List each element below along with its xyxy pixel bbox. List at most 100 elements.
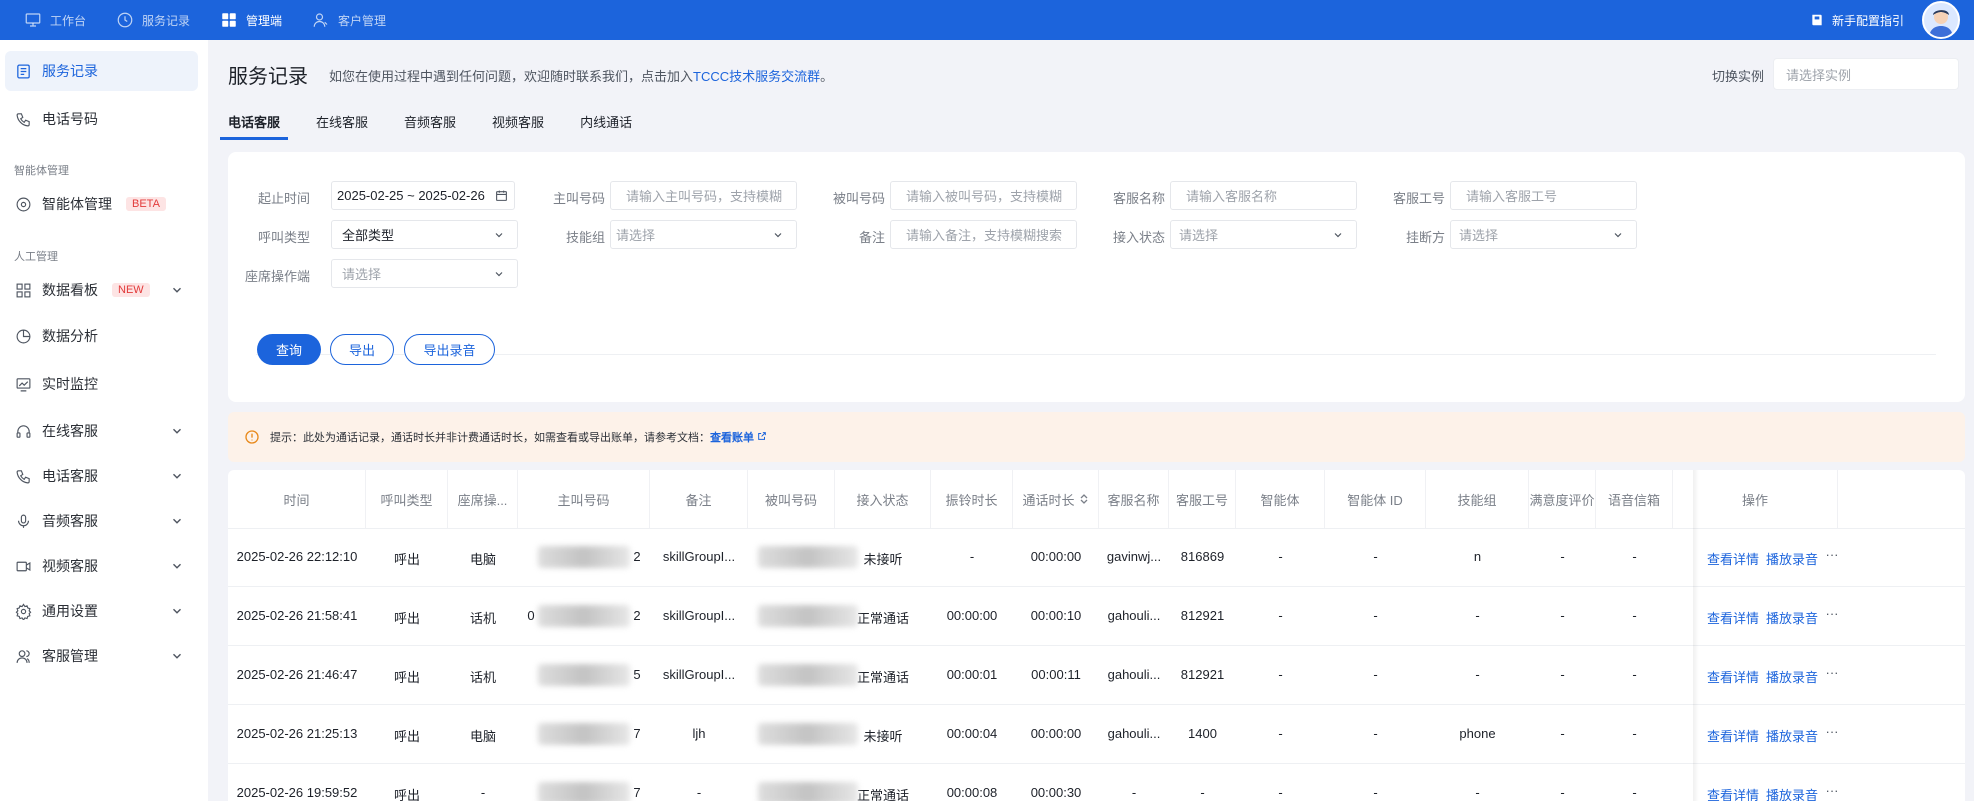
play-recording-link[interactable]: 播放录音: [1764, 785, 1820, 801]
topnav-label: 服务记录: [142, 13, 191, 28]
sidebar-item-agent-mgmt[interactable]: 智能体管理 BETA: [5, 184, 198, 224]
agent-name-input[interactable]: 请输入客服名称: [1170, 181, 1357, 210]
more-actions-button[interactable]: ···: [1822, 606, 1842, 621]
export-audio-button[interactable]: 导出录音: [404, 334, 495, 365]
sidebar-item-data-analysis[interactable]: 数据分析: [5, 316, 198, 356]
cell-ring: 00:00:00: [946, 608, 998, 623]
top-nav: 工作台 服务记录 管理端 客户管理: [24, 0, 416, 40]
more-actions-button[interactable]: ···: [1822, 783, 1842, 798]
cell-agent: gahouli...: [1107, 726, 1161, 741]
guide-label: 新手配置指引: [1831, 13, 1904, 28]
date-range-picker[interactable]: 2025-02-25 ~ 2025-02-26: [331, 181, 515, 210]
play-recording-link[interactable]: 播放录音: [1764, 726, 1820, 745]
sidebar-item-video-service[interactable]: 视频客服: [5, 546, 198, 586]
cell-type: 呼出: [393, 670, 420, 685]
cell-ai: -: [1278, 608, 1283, 623]
sidebar-item-dashboard[interactable]: 数据看板 NEW: [5, 270, 198, 310]
call-type-value: 全部类型: [342, 228, 395, 243]
tab-phone-service[interactable]: 电话客服: [219, 112, 289, 140]
view-detail-link[interactable]: 查看详情: [1705, 785, 1761, 801]
seat-select[interactable]: 请选择: [331, 259, 518, 288]
view-bill-link[interactable]: 查看账单: [710, 432, 754, 444]
status-select[interactable]: 请选择: [1170, 220, 1357, 249]
more-actions-button[interactable]: ···: [1822, 665, 1842, 680]
guide-link[interactable]: 新手配置指引: [1810, 12, 1904, 29]
agent-id-input[interactable]: 请输入客服工号: [1450, 181, 1637, 210]
sidebar-item-label: 实时监控: [42, 376, 98, 392]
sidebar-item-label: 通用设置: [42, 603, 98, 619]
sidebar-item-phone-service[interactable]: 电话客服: [5, 456, 198, 496]
caller-number-tail: 2: [633, 608, 641, 623]
play-recording-link[interactable]: 播放录音: [1764, 608, 1820, 627]
sidebar-item-online-service[interactable]: 在线客服: [5, 411, 198, 451]
cell-time: 2025-02-26 22:12:10: [236, 549, 358, 564]
headset-icon: [16, 424, 31, 438]
external-link-icon: [758, 432, 766, 440]
cell-duration: 00:00:11: [1031, 667, 1081, 682]
more-actions-button[interactable]: ···: [1822, 547, 1842, 562]
play-recording-link[interactable]: 播放录音: [1764, 549, 1820, 568]
hangup-select[interactable]: 请选择: [1450, 220, 1637, 249]
cell-voicemail: -: [1632, 726, 1637, 741]
column-header: 技能组: [1426, 470, 1529, 528]
cell-ring: 00:00:04: [946, 726, 998, 741]
cell-agent-id: 812921: [1180, 608, 1225, 623]
export-button[interactable]: 导出: [330, 334, 394, 365]
sidebar-item-audio-service[interactable]: 音频客服: [5, 501, 198, 541]
caller-input[interactable]: 请输入主叫号码，支持模糊: [610, 181, 797, 210]
tccc-group-link[interactable]: TCCC技术服务交流群: [693, 69, 820, 84]
row-divider: [228, 704, 1965, 705]
cell-voicemail: -: [1632, 785, 1637, 800]
callee-input[interactable]: 请输入被叫号码，支持模糊: [890, 181, 1077, 210]
notice-banner: 提示：此处为通话记录，通话时长并非计费通话时长，如需查看或导出账单，请参考文档：…: [228, 412, 1965, 462]
topnav-workbench[interactable]: 工作台: [24, 0, 86, 40]
tab-online-service[interactable]: 在线客服: [316, 112, 368, 139]
column-header: 被叫号码: [748, 470, 835, 528]
avatar-icon: [1929, 10, 1953, 37]
chevron-down-icon: [1334, 233, 1342, 238]
row-divider: [228, 586, 1965, 587]
cell-ring: 00:00:01: [946, 667, 998, 682]
main-content: 服务记录 如您在使用过程中遇到任何问题，欢迎随时联系我们，点击加入TCCC技术服…: [208, 40, 1974, 801]
records-table: 时间 呼叫类型 座席操... 主叫号码 备注 被叫号码 接入状态 振铃时长 通话时长 客服名称 客服…: [228, 470, 1965, 801]
sidebar-item-general-settings[interactable]: 通用设置: [5, 591, 198, 631]
row-divider: [228, 763, 1965, 764]
avatar[interactable]: [1922, 1, 1960, 39]
sidebar-item-realtime-monitor[interactable]: 实时监控: [5, 364, 198, 404]
view-detail-link[interactable]: 查看详情: [1705, 726, 1761, 745]
sidebar-item-agent-management[interactable]: 客服管理: [5, 636, 198, 676]
sort-icon: [1080, 494, 1087, 504]
topnav-label: 工作台: [50, 13, 87, 28]
view-detail-link[interactable]: 查看详情: [1705, 667, 1761, 686]
skill-group-select[interactable]: 请选择: [610, 220, 797, 249]
sidebar-item-phone-numbers[interactable]: 电话号码: [5, 99, 198, 139]
cell-agent: -: [1131, 785, 1137, 800]
cell-ai: -: [1278, 785, 1283, 800]
sidebar-item-service-records[interactable]: 服务记录: [5, 51, 198, 91]
call-type-select[interactable]: 全部类型: [331, 220, 518, 249]
masked-callee-number: [758, 723, 858, 745]
book-icon: [1812, 14, 1822, 26]
tab-internal-call[interactable]: 内线通话: [580, 112, 632, 139]
topnav-admin[interactable]: 管理端: [220, 0, 282, 40]
masked-callee-number: [758, 605, 858, 627]
column-header: 主叫号码: [518, 470, 650, 528]
view-detail-link[interactable]: 查看详情: [1705, 608, 1761, 627]
tab-video-service[interactable]: 视频客服: [492, 112, 544, 139]
cell-agent: gahouli...: [1107, 608, 1161, 623]
topnav-customer-mgmt[interactable]: 客户管理: [312, 0, 386, 40]
query-button[interactable]: 查询: [257, 334, 321, 365]
view-detail-link[interactable]: 查看详情: [1705, 549, 1761, 568]
grid-icon: [222, 13, 236, 27]
remark-input[interactable]: 请输入备注，支持模糊搜索: [890, 220, 1077, 249]
cell-seat: 电脑: [469, 729, 496, 744]
topnav-service-records[interactable]: 服务记录: [116, 0, 190, 40]
tab-audio-service[interactable]: 音频客服: [404, 112, 456, 139]
cell-remark: skillGroupI...: [662, 549, 736, 564]
instance-select[interactable]: 请选择实例: [1773, 58, 1959, 90]
column-header[interactable]: 通话时长: [1013, 470, 1099, 528]
more-actions-button[interactable]: ···: [1822, 724, 1842, 739]
play-recording-link[interactable]: 播放录音: [1764, 667, 1820, 686]
cell-agent-id: -: [1200, 785, 1205, 800]
column-header: 振铃时长: [931, 470, 1013, 528]
